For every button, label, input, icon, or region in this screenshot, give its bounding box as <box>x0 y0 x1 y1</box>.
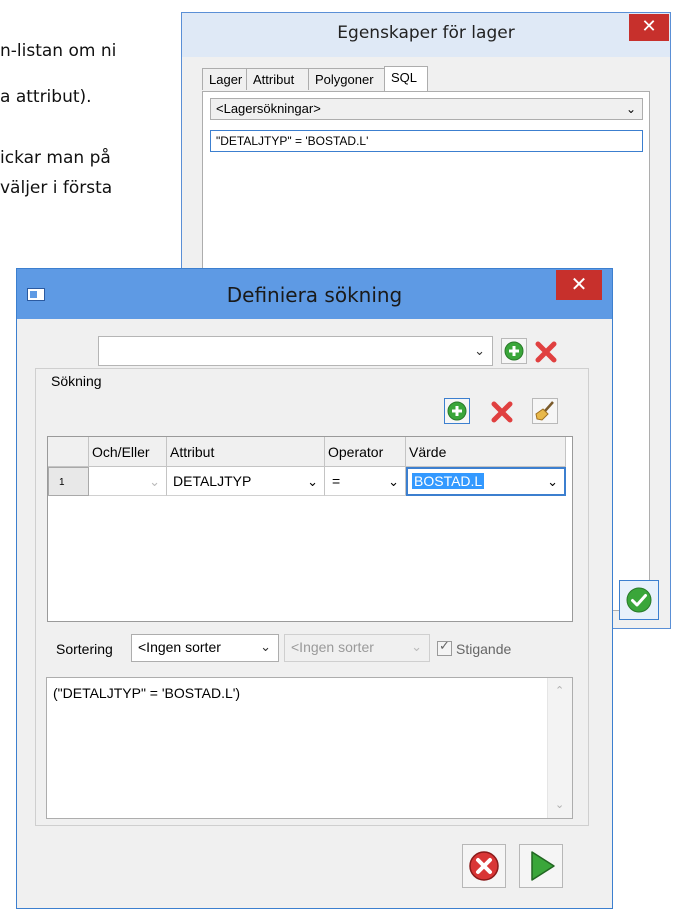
chevron-down-icon: ⌄ <box>411 639 422 654</box>
chevron-down-icon: ⌄ <box>388 474 399 489</box>
doc-text-line-4: väljer i första <box>0 178 113 198</box>
add-icon <box>447 401 467 421</box>
run-button[interactable] <box>519 844 563 888</box>
ascending-label: Stigande <box>456 641 512 657</box>
chevron-down-icon: ⌄ <box>625 102 636 116</box>
clear-rows-button[interactable] <box>532 398 558 424</box>
checkbox-box[interactable] <box>437 638 452 656</box>
secondary-sort-value: <Ingen sorter <box>291 639 374 655</box>
layer-search-dropdown[interactable]: <Lagersökningar> ⌄ <box>210 98 643 120</box>
och-eller-cell[interactable]: ⌄ <box>89 467 167 496</box>
chevron-down-icon: ⌄ <box>260 639 271 654</box>
window-title: Egenskaper för lager <box>337 23 515 43</box>
column-header-attribut[interactable]: Attribut <box>167 437 325 467</box>
ok-button[interactable] <box>619 580 659 620</box>
scroll-up-icon[interactable]: ⌃ <box>555 684 564 697</box>
scroll-down-icon[interactable]: ⌄ <box>555 798 564 811</box>
broom-icon <box>535 401 554 421</box>
chevron-down-icon: ⌄ <box>149 474 160 489</box>
sort-label: Sortering <box>56 641 113 657</box>
varde-value[interactable]: BOSTAD.L <box>412 473 485 489</box>
tab-polygoner[interactable]: Polygoner <box>308 68 385 90</box>
tab-attribut[interactable]: Attribut <box>246 68 309 90</box>
secondary-sort-dropdown[interactable]: <Ingen sorter ⌄ <box>284 634 430 662</box>
chevron-down-icon: ⌄ <box>307 474 318 489</box>
varde-cell[interactable]: BOSTAD.L ⌄ <box>406 467 566 496</box>
delete-row-button[interactable] <box>488 398 514 424</box>
grid-corner <box>48 437 89 467</box>
delete-search-button[interactable] <box>532 338 558 364</box>
row-number[interactable]: 1 <box>48 467 89 496</box>
chevron-down-icon: ⌄ <box>474 343 485 358</box>
operator-cell[interactable]: = ⌄ <box>325 467 406 496</box>
delete-icon <box>491 401 513 423</box>
vertical-scrollbar[interactable]: ⌃ ⌄ <box>547 678 572 818</box>
doc-text-line-2: a attribut). <box>0 87 92 107</box>
sql-expression-field[interactable]: "DETALJTYP" = 'BOSTAD.L' <box>210 130 643 152</box>
doc-text-line-1: n-listan om ni <box>0 41 117 61</box>
layer-search-value: <Lagersökningar> <box>216 101 321 116</box>
run-icon <box>531 851 555 881</box>
title-bar[interactable]: Egenskaper för lager ✕ <box>182 13 670 57</box>
operator-value: = <box>332 473 341 489</box>
column-header-operator[interactable]: Operator <box>325 437 406 467</box>
delete-icon <box>535 341 557 363</box>
ascending-checkbox[interactable]: Stigande <box>437 638 512 657</box>
expression-text: ("DETALJTYP" = 'BOSTAD.L') <box>53 685 241 701</box>
search-group-label: Sökning <box>48 373 105 389</box>
chevron-down-icon: ⌄ <box>547 474 558 489</box>
dialog-title: Definiera sökning <box>226 283 403 307</box>
column-header-och-eller[interactable]: Och/Eller <box>89 437 167 467</box>
attribut-value: DETALJTYP <box>173 473 252 489</box>
ok-icon <box>626 587 652 613</box>
doc-text-line-3: ickar man på <box>0 148 111 168</box>
tab-sql[interactable]: SQL <box>384 66 428 92</box>
close-button[interactable]: ✕ <box>629 14 669 41</box>
cancel-icon <box>469 851 499 881</box>
sort-field-value: <Ingen sorter <box>138 639 221 655</box>
attribut-cell[interactable]: DETALJTYP ⌄ <box>167 467 325 496</box>
criteria-grid: Och/Eller Attribut Operator Värde 1 ⌄ DE… <box>47 436 573 622</box>
add-search-button[interactable] <box>501 338 527 364</box>
column-header-varde[interactable]: Värde <box>406 437 566 467</box>
expression-box[interactable]: ("DETALJTYP" = 'BOSTAD.L') ⌃ ⌄ <box>46 677 573 819</box>
cancel-button[interactable] <box>462 844 506 888</box>
close-button[interactable]: ✕ <box>556 270 602 300</box>
sort-field-dropdown[interactable]: <Ingen sorter ⌄ <box>131 634 279 662</box>
title-bar[interactable]: Definiera sökning ✕ <box>17 269 612 319</box>
tab-lager[interactable]: Lager <box>202 68 247 90</box>
saved-search-dropdown[interactable]: ⌄ <box>98 336 493 366</box>
add-icon <box>504 341 524 361</box>
add-row-button[interactable] <box>444 398 470 424</box>
